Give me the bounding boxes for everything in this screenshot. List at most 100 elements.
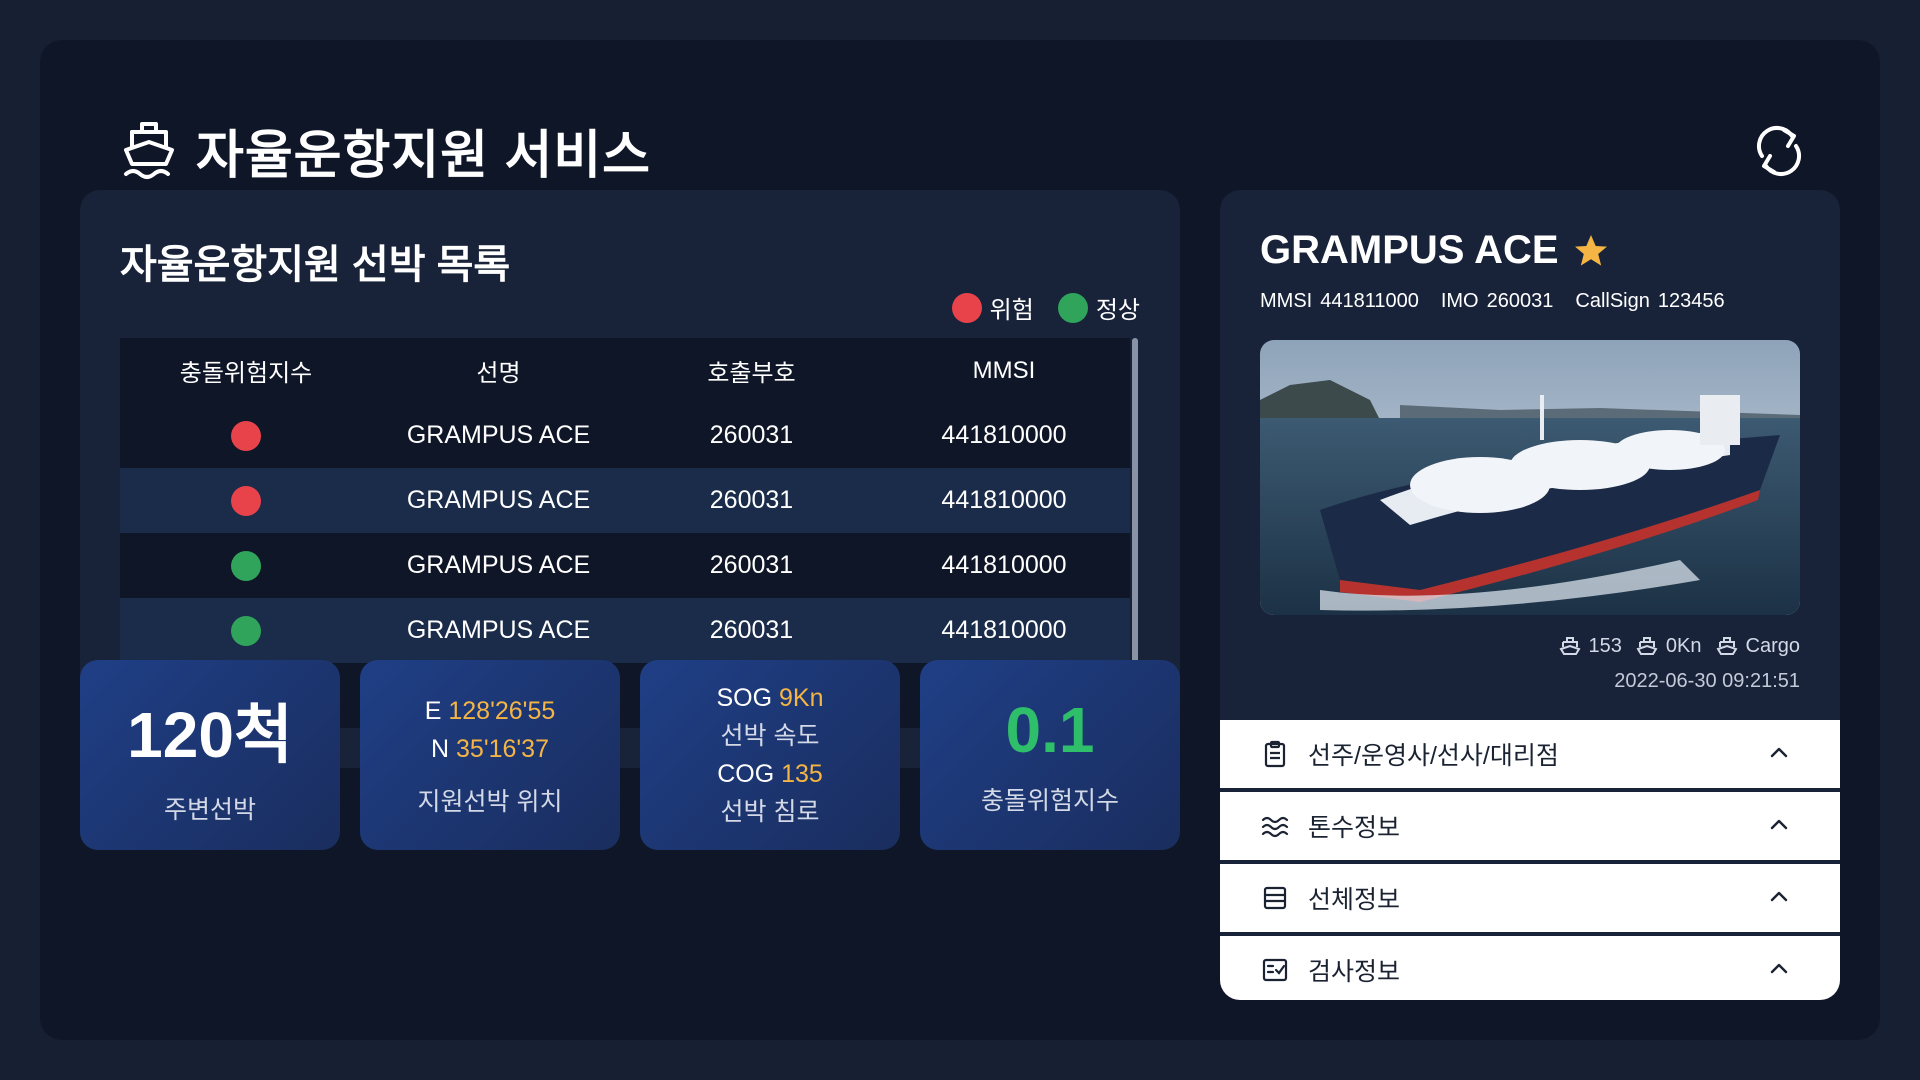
latitude-line: N 35'16'37	[431, 730, 549, 768]
sog-value: 9Kn	[779, 684, 824, 712]
risk-index-value: 0.1	[1005, 694, 1095, 766]
risk-cell	[120, 420, 372, 451]
chevron-up-icon[interactable]	[1768, 886, 1790, 908]
status-legend: 위험 정상	[928, 290, 1140, 325]
normal-dot	[1057, 292, 1088, 323]
mmsi-cell: 441810000	[941, 551, 1067, 579]
vessel-list-title: 자율운항지원 선박 목록	[120, 243, 511, 287]
longitude-value: 128'26'55	[448, 697, 556, 725]
clipboard-icon	[1264, 740, 1286, 768]
mmsi-cell: 441810000	[941, 486, 1067, 514]
longitude-line: E 128'26'55	[425, 692, 556, 730]
callsign-label: CallSign	[1575, 290, 1650, 312]
legend-normal: 정상	[1057, 290, 1140, 325]
cog-value: 135	[781, 760, 823, 788]
ship-name-cell: GRAMPUS ACE	[406, 616, 591, 644]
app-title: 자율운항지원 서비스	[196, 126, 652, 185]
callsign-value: 123456	[1657, 290, 1725, 312]
risk-index-card: 0.1 충돌위험지수	[920, 660, 1180, 850]
callsign-cell: 260031	[709, 551, 794, 579]
callsign-cell: 260031	[709, 421, 794, 449]
callsign-cell: 260031	[709, 616, 794, 644]
risk-index-caption: 충돌위험지수	[980, 787, 1119, 815]
section-inspection-label: 검사정보	[1308, 958, 1401, 986]
detail-identifiers: MMSI 441811000 IMO 260031 CallSign 12345…	[1260, 290, 1733, 313]
ship-speed-value: 0Kn	[1665, 635, 1702, 657]
column-header-risk[interactable]: 충돌위험지수	[120, 353, 372, 388]
sog-label: SOG	[716, 684, 773, 712]
chevron-up-icon[interactable]	[1768, 742, 1790, 764]
normal-status-dot	[231, 550, 261, 581]
risk-cell	[120, 615, 372, 646]
table-row[interactable]: GRAMPUS ACE 260031 441810000	[120, 533, 1130, 598]
nearby-ships-caption: 주변선박	[163, 796, 256, 824]
latitude-value: 35'16'37	[456, 735, 549, 763]
table-scrollbar-thumb[interactable]	[1132, 338, 1138, 678]
ship-icon	[124, 122, 174, 179]
imo-label: IMO	[1440, 290, 1479, 312]
hull-list-icon	[1263, 886, 1287, 910]
cog-line: COG 135	[717, 755, 823, 793]
table-row[interactable]: GRAMPUS ACE 260031 441810000	[120, 598, 1130, 663]
ship-type-icon	[1716, 636, 1738, 655]
table-header: 충돌위험지수 선명 호출부호 MMSI	[120, 338, 1130, 403]
danger-dot	[951, 292, 982, 323]
mmsi-label: MMSI	[1260, 290, 1313, 312]
mmsi-cell: 441810000	[941, 616, 1067, 644]
nearby-ships-card: 120척 주변선박	[80, 660, 340, 850]
callsign-cell: 260031	[709, 486, 794, 514]
section-owner-operator-label: 선주/운영사/선사/대리점	[1308, 742, 1559, 770]
ship-photo-illustration	[1260, 340, 1800, 615]
legend-danger-label: 위험	[989, 297, 1034, 324]
legend-normal-label: 정상	[1095, 297, 1140, 324]
detail-ship-name: GRAMPUS ACE	[1260, 228, 1609, 273]
nearby-ships-value: 120척	[127, 699, 293, 771]
section-tonnage-label: 톤수정보	[1308, 814, 1401, 842]
cog-caption: 선박 침로	[720, 798, 820, 826]
sog-caption: 선박 속도	[720, 722, 820, 750]
chevron-up-icon[interactable]	[1768, 814, 1790, 836]
ship-name-cell: GRAMPUS ACE	[406, 421, 591, 449]
section-hull-label: 선체정보	[1308, 886, 1401, 914]
section-owner-operator[interactable]: 선주/운영사/선사/대리점	[1220, 720, 1840, 788]
favorite-star-icon[interactable]	[1573, 233, 1609, 269]
imo-value: 260031	[1486, 290, 1554, 312]
mmsi-value: 441811000	[1320, 290, 1419, 312]
latitude-label: N	[431, 735, 450, 763]
detail-timestamp: 2022-06-30 09:21:51	[1614, 670, 1800, 692]
table-row[interactable]: GRAMPUS ACE 260031 441810000	[120, 403, 1130, 468]
vessel-detail-panel: GRAMPUS ACE MMSI 441811000 IMO 260031 Ca…	[1220, 190, 1840, 1000]
chevron-up-icon[interactable]	[1768, 958, 1790, 980]
checklist-icon	[1262, 958, 1288, 982]
position-card: E 128'26'55 N 35'16'37 지원선박 위치	[360, 660, 620, 850]
ship-length-value: 153	[1588, 635, 1622, 657]
danger-status-dot	[231, 420, 261, 451]
cog-label: COG	[717, 760, 775, 788]
ship-speed-icon	[1636, 636, 1658, 655]
legend-danger: 위험	[951, 290, 1034, 325]
risk-cell	[120, 550, 372, 581]
longitude-label: E	[424, 697, 442, 725]
section-inspection[interactable]: 검사정보	[1220, 936, 1840, 1000]
danger-status-dot	[231, 485, 261, 516]
ship-photo	[1260, 340, 1800, 615]
risk-cell	[120, 485, 372, 516]
waves-icon	[1261, 816, 1289, 838]
normal-status-dot	[231, 615, 261, 646]
mmsi-cell: 441810000	[941, 421, 1067, 449]
position-caption: 지원선박 위치	[417, 788, 563, 816]
sog-line: SOG 9Kn	[716, 679, 823, 717]
ship-length-icon	[1559, 636, 1581, 655]
refresh-icon[interactable]	[1748, 120, 1810, 182]
table-row[interactable]: GRAMPUS ACE 260031 441810000	[120, 468, 1130, 533]
column-header-callsign[interactable]: 호출부호	[625, 353, 878, 388]
column-header-name[interactable]: 선명	[372, 353, 625, 388]
column-header-mmsi[interactable]: MMSI	[878, 357, 1130, 385]
ship-name-cell: GRAMPUS ACE	[406, 486, 591, 514]
main-frame: 자율운항지원 서비스 자율운항지원 선박 목록 위험 정상 충돌위험지수 선명 …	[40, 40, 1880, 1040]
motion-card: SOG 9Kn 선박 속도 COG 135 선박 침로	[640, 660, 900, 850]
section-hull[interactable]: 선체정보	[1220, 864, 1840, 932]
section-tonnage[interactable]: 톤수정보	[1220, 792, 1840, 860]
detail-meta: 153 0Kn Cargo	[1545, 635, 1800, 658]
ship-name-cell: GRAMPUS ACE	[406, 551, 591, 579]
